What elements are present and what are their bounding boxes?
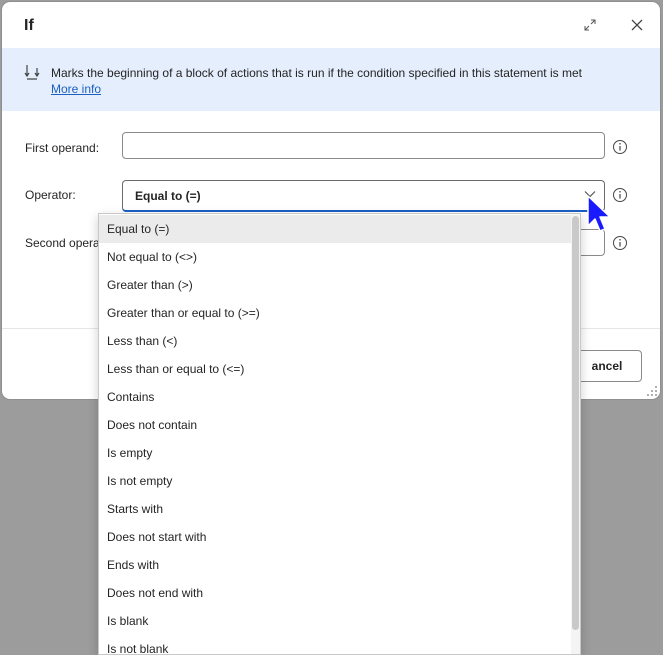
close-button[interactable] xyxy=(626,14,648,36)
operator-option[interactable]: Is blank xyxy=(99,607,571,635)
cancel-label: ancel xyxy=(591,359,623,373)
mouse-pointer-icon xyxy=(587,195,611,232)
operator-option[interactable]: Greater than or equal to (>=) xyxy=(99,299,571,327)
operator-option[interactable]: Does not end with xyxy=(99,579,571,607)
operator-option[interactable]: Is empty xyxy=(99,439,571,467)
first-operand-label: First operand: xyxy=(25,141,100,155)
operator-option[interactable]: Is not empty xyxy=(99,467,571,495)
dropdown-scrollbar[interactable] xyxy=(571,214,580,654)
operator-option[interactable]: Contains xyxy=(99,383,571,411)
operator-option[interactable]: Equal to (=) xyxy=(99,215,571,243)
operator-option[interactable]: Is not blank xyxy=(99,635,571,654)
more-info-link[interactable]: More info xyxy=(51,82,101,96)
operator-option[interactable]: Less than (<) xyxy=(99,327,571,355)
operator-select[interactable]: Equal to (=) xyxy=(122,180,605,212)
dialog-title: If xyxy=(24,17,34,34)
operator-label: Operator: xyxy=(25,188,76,202)
banner-text: Marks the beginning of a block of action… xyxy=(51,66,582,80)
close-icon xyxy=(631,19,643,31)
operator-option[interactable]: Ends with xyxy=(99,551,571,579)
expand-icon xyxy=(584,19,596,31)
scrollbar-thumb[interactable] xyxy=(572,216,579,630)
resize-grip-icon[interactable] xyxy=(646,385,658,397)
operator-option[interactable]: Starts with xyxy=(99,495,571,523)
operator-option[interactable]: Greater than (>) xyxy=(99,271,571,299)
info-icon[interactable] xyxy=(612,235,628,251)
expand-button[interactable] xyxy=(579,14,601,36)
operator-option[interactable]: Less than or equal to (<=) xyxy=(99,355,571,383)
flow-down-icon xyxy=(24,65,40,80)
operator-option[interactable]: Does not contain xyxy=(99,411,571,439)
info-icon[interactable] xyxy=(612,139,628,155)
operator-option[interactable]: Not equal to (<>) xyxy=(99,243,571,271)
second-operand-label: Second opera xyxy=(25,236,100,250)
info-icon[interactable] xyxy=(612,187,628,203)
first-operand-input[interactable] xyxy=(122,132,605,159)
info-banner: Marks the beginning of a block of action… xyxy=(2,48,660,111)
operator-dropdown-list: Equal to (=) Not equal to (<>) Greater t… xyxy=(98,213,581,655)
operator-selected-value: Equal to (=) xyxy=(135,189,201,203)
operator-option[interactable]: Does not start with xyxy=(99,523,571,551)
